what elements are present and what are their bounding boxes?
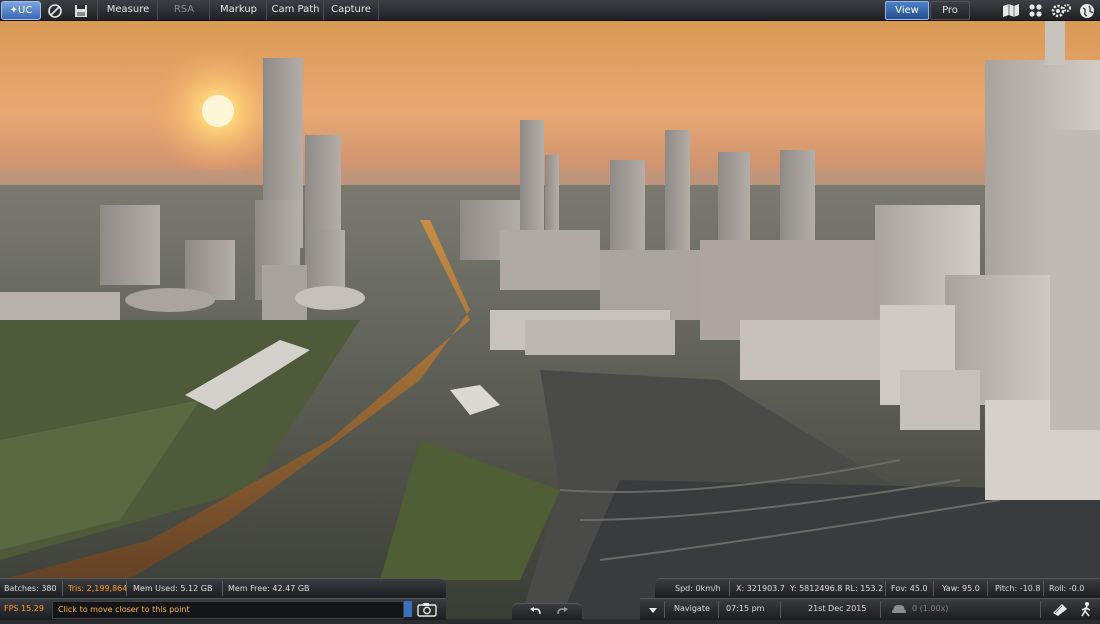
mem-used-stat: Mem Used: 5.12 GB xyxy=(133,584,213,593)
speed-readout: Spd: 0km/h xyxy=(675,584,721,593)
hint-bar: Click to move closer to this point xyxy=(52,601,404,619)
playback-speed: 0 (1.00x) xyxy=(912,604,949,613)
divider xyxy=(664,601,665,618)
hint-scroll[interactable] xyxy=(404,601,412,617)
mem-free-stat: Mem Free: 42.47 GB xyxy=(228,584,310,593)
fov-readout: Fov: 45.0 xyxy=(891,584,928,593)
divider xyxy=(987,581,988,596)
divider xyxy=(222,581,223,596)
no-entry-icon[interactable] xyxy=(46,1,64,19)
capture-label: Capture xyxy=(331,4,371,15)
divider xyxy=(933,581,934,596)
y-coordinate: Y: 5812496.8 xyxy=(790,584,843,593)
uc-logo-button[interactable]: ✦UC xyxy=(1,1,41,20)
rsa-tab[interactable]: RSA xyxy=(157,0,210,20)
navigation-panel: Navigate 07:15 pm 21st Dec 2015 0 (1.00x… xyxy=(640,598,1100,620)
pro-mode-button[interactable]: Pro xyxy=(930,1,970,20)
tris-stat: Tris: 2,199,864 xyxy=(68,584,128,593)
fps-readout: FPS 15.29 xyxy=(4,604,44,613)
rsa-label: RSA xyxy=(173,4,195,15)
time-of-day[interactable]: 07:15 pm xyxy=(726,603,764,615)
view-mode-button[interactable]: View xyxy=(885,1,929,20)
camera-info-panel: Spd: 0km/h X: 321903.7 Y: 5812496.8 RL: … xyxy=(655,578,1100,598)
book-icon[interactable] xyxy=(1050,601,1070,618)
hint-panel: FPS 15.29 Click to move closer to this p… xyxy=(0,598,446,620)
divider xyxy=(62,581,63,596)
view-label: View xyxy=(895,5,919,16)
divider xyxy=(1043,581,1044,596)
batches-stat: Batches: 380 xyxy=(4,584,57,593)
divider xyxy=(885,581,886,596)
pro-label: Pro xyxy=(942,5,958,16)
capture-tab[interactable]: Capture xyxy=(323,0,379,20)
logo-label: UC xyxy=(18,5,33,16)
divider xyxy=(718,601,719,618)
divider xyxy=(880,601,881,618)
globe-icon[interactable] xyxy=(1078,1,1096,19)
date-display[interactable]: 21st Dec 2015 xyxy=(808,603,866,615)
measure-tab[interactable]: Measure xyxy=(97,0,158,20)
star-icon: ✦ xyxy=(9,5,19,16)
divider xyxy=(729,581,730,596)
divider xyxy=(126,581,127,596)
undo-icon[interactable] xyxy=(528,604,544,620)
dropdown-icon[interactable] xyxy=(646,602,660,616)
save-icon[interactable] xyxy=(72,1,90,19)
divider xyxy=(780,601,781,618)
markup-tab[interactable]: Markup xyxy=(209,0,267,20)
map-icon[interactable] xyxy=(1000,1,1022,19)
walker-icon[interactable] xyxy=(1078,601,1094,618)
settings-icon[interactable] xyxy=(1050,1,1072,19)
x-coordinate: X: 321903.7 xyxy=(736,584,785,593)
history-panel xyxy=(512,603,582,620)
divider xyxy=(1040,601,1041,618)
markup-label: Markup xyxy=(219,4,258,15)
cam-path-label: Cam Path xyxy=(271,4,320,15)
rl-readout: RL: 153.2 xyxy=(845,584,884,593)
main-toolbar: ✦UC Measure RSA Markup Cam Path Capture … xyxy=(0,0,1100,21)
measure-label: Measure xyxy=(106,4,150,15)
yaw-readout: Yaw: 95.0 xyxy=(942,584,980,593)
stats-panel: Batches: 380 Tris: 2,199,864 Mem Used: 5… xyxy=(0,578,446,598)
roll-readout: Roll: -0.0 xyxy=(1049,584,1085,593)
hint-text: Click to move closer to this point xyxy=(58,605,190,614)
redo-icon[interactable] xyxy=(554,604,570,620)
navigation-mode[interactable]: Navigate xyxy=(674,603,710,615)
cam-path-tab[interactable]: Cam Path xyxy=(266,0,324,20)
grid-icon[interactable] xyxy=(1027,1,1045,19)
camera-icon[interactable] xyxy=(416,601,438,619)
car-icon[interactable] xyxy=(890,601,908,617)
city-3d-viewport[interactable] xyxy=(0,20,1100,619)
pitch-readout: Pitch: -10.8 xyxy=(995,584,1041,593)
